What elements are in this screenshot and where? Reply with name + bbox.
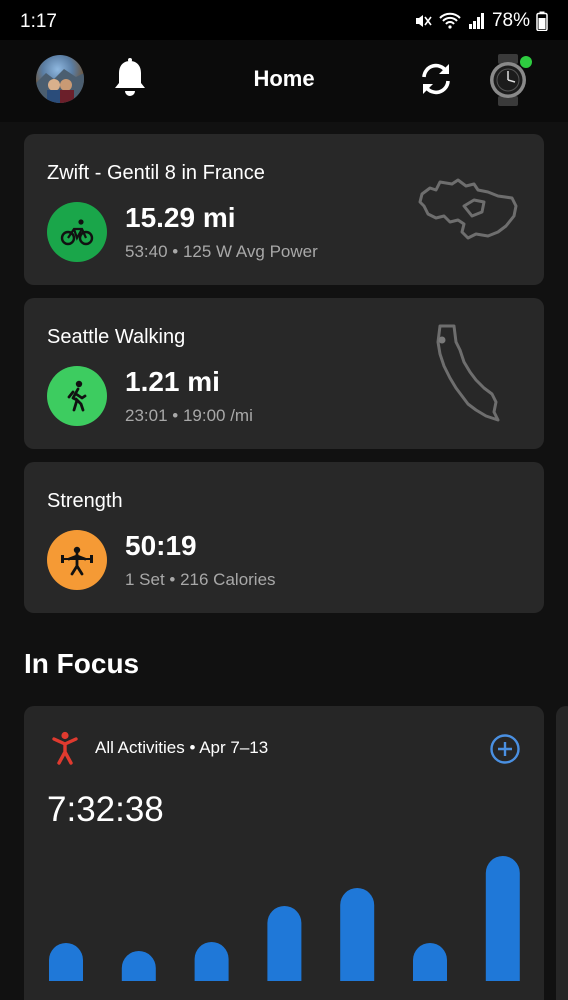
activity-details: 23:01 • 19:00 /mi — [125, 406, 253, 425]
activity-duration: 50:19 — [125, 530, 197, 561]
walking-icon — [47, 366, 107, 426]
device-watch-icon[interactable] — [488, 54, 534, 106]
activity-title: Strength — [47, 490, 123, 512]
next-focus-card-peek[interactable] — [556, 706, 568, 1000]
activity-title: Seattle Walking — [47, 326, 186, 348]
chart-bar — [49, 943, 83, 981]
section-title-in-focus: In Focus — [24, 648, 140, 679]
route-map-thumbnail — [436, 324, 500, 422]
activity-distance: 15.29 mi — [125, 202, 236, 233]
chart-bar — [485, 856, 520, 981]
sync-icon[interactable] — [415, 58, 457, 100]
cycling-icon — [47, 202, 107, 262]
activity-distance: 1.21 mi — [125, 366, 220, 397]
wifi-icon — [439, 12, 461, 29]
in-focus-card-all-activities[interactable]: All Activities • Apr 7–13 7:32:38 — [24, 706, 544, 1000]
battery-icon — [536, 11, 548, 31]
signal-icon — [468, 13, 484, 29]
chart-bar — [413, 943, 447, 981]
activity-details: 53:40 • 125 W Avg Power — [125, 242, 318, 261]
activity-card-strength[interactable]: Strength 50:19 1 Set • 216 Calories — [24, 462, 544, 613]
chart-bar — [267, 906, 302, 981]
activity-details: 1 Set • 216 Calories — [125, 570, 276, 589]
chart-bar — [194, 942, 229, 981]
app-bar: Home — [0, 40, 568, 122]
mute-icon — [415, 15, 432, 27]
weightlifting-icon — [47, 530, 107, 590]
route-map-thumbnail — [418, 178, 518, 240]
page-title: Home — [253, 66, 315, 91]
status-icons: 78% — [414, 10, 548, 32]
chart-bar — [340, 888, 375, 981]
activity-card-seattle-walking[interactable]: Seattle Walking 1.21 mi 23:01 • 19:00 /m… — [24, 298, 544, 449]
activity-title: Zwift - Gentil 8 in France — [47, 162, 265, 184]
status-bar: 1:17 78% — [0, 0, 568, 40]
chart-bar — [121, 951, 156, 981]
battery-level: 78% — [491, 10, 530, 31]
status-time: 1:17 — [20, 11, 57, 32]
activity-card-zwift[interactable]: Zwift - Gentil 8 in France 15.29 mi 53:4… — [24, 134, 544, 285]
weekly-activity-bar-chart — [49, 856, 520, 981]
